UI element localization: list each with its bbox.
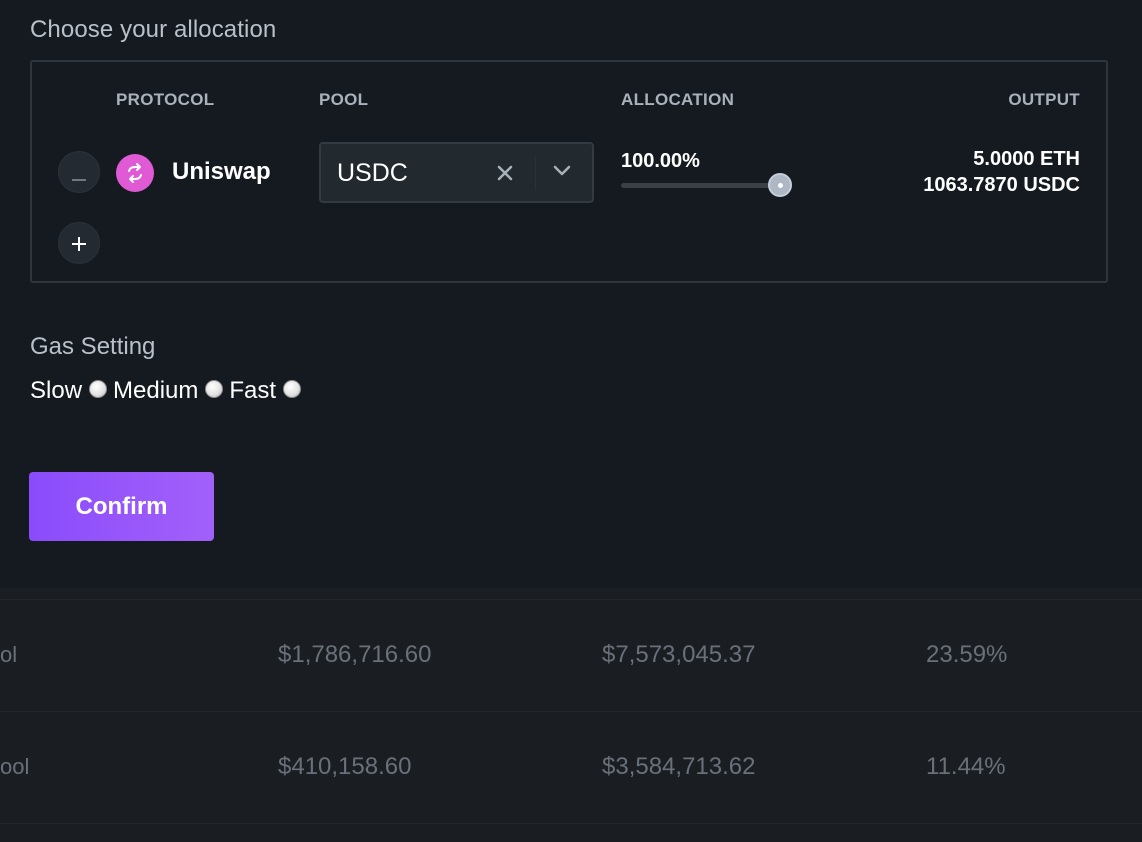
table-cell-name: ool: [0, 754, 30, 779]
gas-option-fast[interactable]: Fast: [229, 377, 302, 405]
column-header-output: OUTPUT: [1008, 90, 1080, 109]
table-cell: 23.59%: [926, 641, 1008, 668]
gas-option-label: Medium: [113, 377, 199, 404]
remove-row-button[interactable]: [58, 151, 100, 193]
table-cell: $7,573,045.37: [602, 641, 756, 668]
minus-icon: [72, 159, 86, 185]
column-header-pool: POOL: [319, 90, 369, 109]
table-cell: 11.44%: [926, 753, 1006, 780]
confirm-button[interactable]: Confirm: [29, 472, 214, 541]
gas-option-slow[interactable]: Slow: [30, 377, 108, 405]
plus-icon: [71, 230, 87, 256]
allocation-percent: 100.00%: [621, 150, 700, 172]
allocation-title: Choose your allocation: [30, 16, 277, 43]
pool-select-value: USDC: [337, 159, 408, 187]
table-row-divider: [0, 823, 1142, 842]
column-header-allocation: ALLOCATION: [621, 90, 735, 109]
pool-select[interactable]: USDC: [319, 142, 594, 203]
protocol-name: Uniswap: [172, 158, 271, 185]
allocation-slider-track[interactable]: [621, 183, 778, 188]
select-divider: [535, 156, 536, 190]
radio-slow[interactable]: [89, 380, 108, 398]
output-usdc: 1063.7870 USDC: [923, 174, 1080, 196]
add-row-button[interactable]: [58, 222, 100, 264]
gas-option-medium[interactable]: Medium: [113, 377, 224, 405]
table-cell: $3,584,713.62: [602, 753, 756, 780]
column-header-protocol: PROTOCOL: [116, 90, 215, 109]
table-cell: $410,158.60: [278, 753, 412, 780]
table-row[interactable]: ool $410,158.60 $3,584,713.62 11.44%: [0, 711, 1142, 823]
allocation-slider-handle[interactable]: [768, 173, 792, 197]
gas-setting-title: Gas Setting: [30, 333, 156, 360]
chevron-down-icon[interactable]: [553, 164, 571, 182]
gas-option-label: Fast: [229, 377, 277, 404]
table-row[interactable]: ol $1,786,716.60 $7,573,045.37 23.59%: [0, 599, 1142, 711]
radio-medium[interactable]: [205, 380, 224, 398]
clear-icon[interactable]: [497, 156, 513, 188]
table-cell: $1,786,716.60: [278, 641, 432, 668]
radio-fast[interactable]: [283, 380, 302, 398]
output-eth: 5.0000 ETH: [973, 148, 1080, 170]
gas-option-label: Slow: [30, 377, 83, 404]
allocation-panel: PROTOCOL POOL ALLOCATION OUTPUT Uniswap …: [30, 60, 1108, 283]
pool-table: ol $1,786,716.60 $7,573,045.37 23.59% oo…: [0, 588, 1142, 842]
uniswap-icon: [116, 154, 154, 192]
gas-options: Slow Medium Fast: [30, 377, 307, 405]
table-cell-name: ol: [0, 642, 18, 667]
